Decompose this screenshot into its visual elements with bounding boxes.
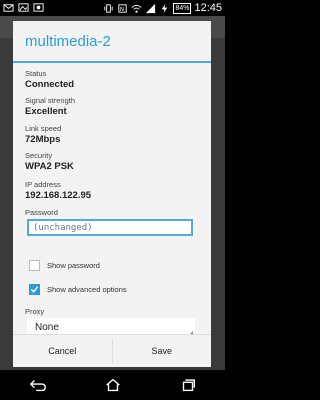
show-password-label: Show password — [47, 261, 100, 270]
proxy-label: Proxy — [25, 307, 45, 316]
show-advanced-row[interactable]: Show advanced options — [29, 284, 127, 295]
link-speed-value: 72Mbps — [25, 134, 61, 145]
home-icon[interactable] — [104, 378, 122, 392]
signal-strength-value: Excellent — [25, 106, 67, 117]
proxy-value: None — [35, 322, 59, 333]
cancel-button[interactable]: Cancel — [13, 335, 112, 367]
nfc-icon: N — [118, 3, 128, 12]
svg-text:N: N — [120, 6, 124, 12]
back-icon[interactable] — [29, 378, 47, 392]
dialog-footer: Cancel Save — [13, 334, 211, 367]
battery-charging-icon — [162, 3, 168, 13]
navigation-bar — [0, 370, 225, 400]
ip-address-value: 192.168.122.95 — [25, 190, 92, 201]
clock: 12:45 — [194, 2, 222, 14]
ip-address-label: IP address — [25, 180, 61, 189]
password-label: Password — [25, 208, 58, 217]
battery-level: 84% — [173, 2, 192, 14]
password-input[interactable] — [27, 219, 193, 236]
photo-icon — [18, 3, 29, 12]
wifi-network-dialog: multimedia-2 Status Connected Signal str… — [13, 21, 211, 366]
signal-strength-label: Signal strength — [25, 96, 76, 105]
recent-apps-icon[interactable] — [179, 378, 197, 392]
show-password-row[interactable]: Show password — [29, 260, 100, 271]
show-password-checkbox[interactable] — [29, 260, 40, 271]
wifi-icon — [132, 4, 142, 13]
show-advanced-label: Show advanced options — [47, 285, 127, 294]
save-button[interactable]: Save — [113, 335, 212, 367]
title-divider — [13, 61, 211, 63]
link-speed-label: Link speed — [25, 124, 62, 133]
status-value: Connected — [25, 79, 75, 90]
status-label: Status — [25, 69, 47, 78]
mail-icon — [3, 4, 14, 12]
image-icon — [33, 3, 44, 12]
dialog-title: multimedia-2 — [25, 33, 111, 50]
security-value: WPA2 PSK — [25, 161, 74, 172]
status-bar: N 84% 12:45 — [0, 0, 225, 16]
security-label: Security — [25, 151, 53, 160]
checkmark-icon — [30, 286, 39, 293]
signal-icon — [146, 3, 156, 13]
show-advanced-checkbox[interactable] — [29, 284, 40, 295]
vibrate-icon — [104, 3, 114, 13]
